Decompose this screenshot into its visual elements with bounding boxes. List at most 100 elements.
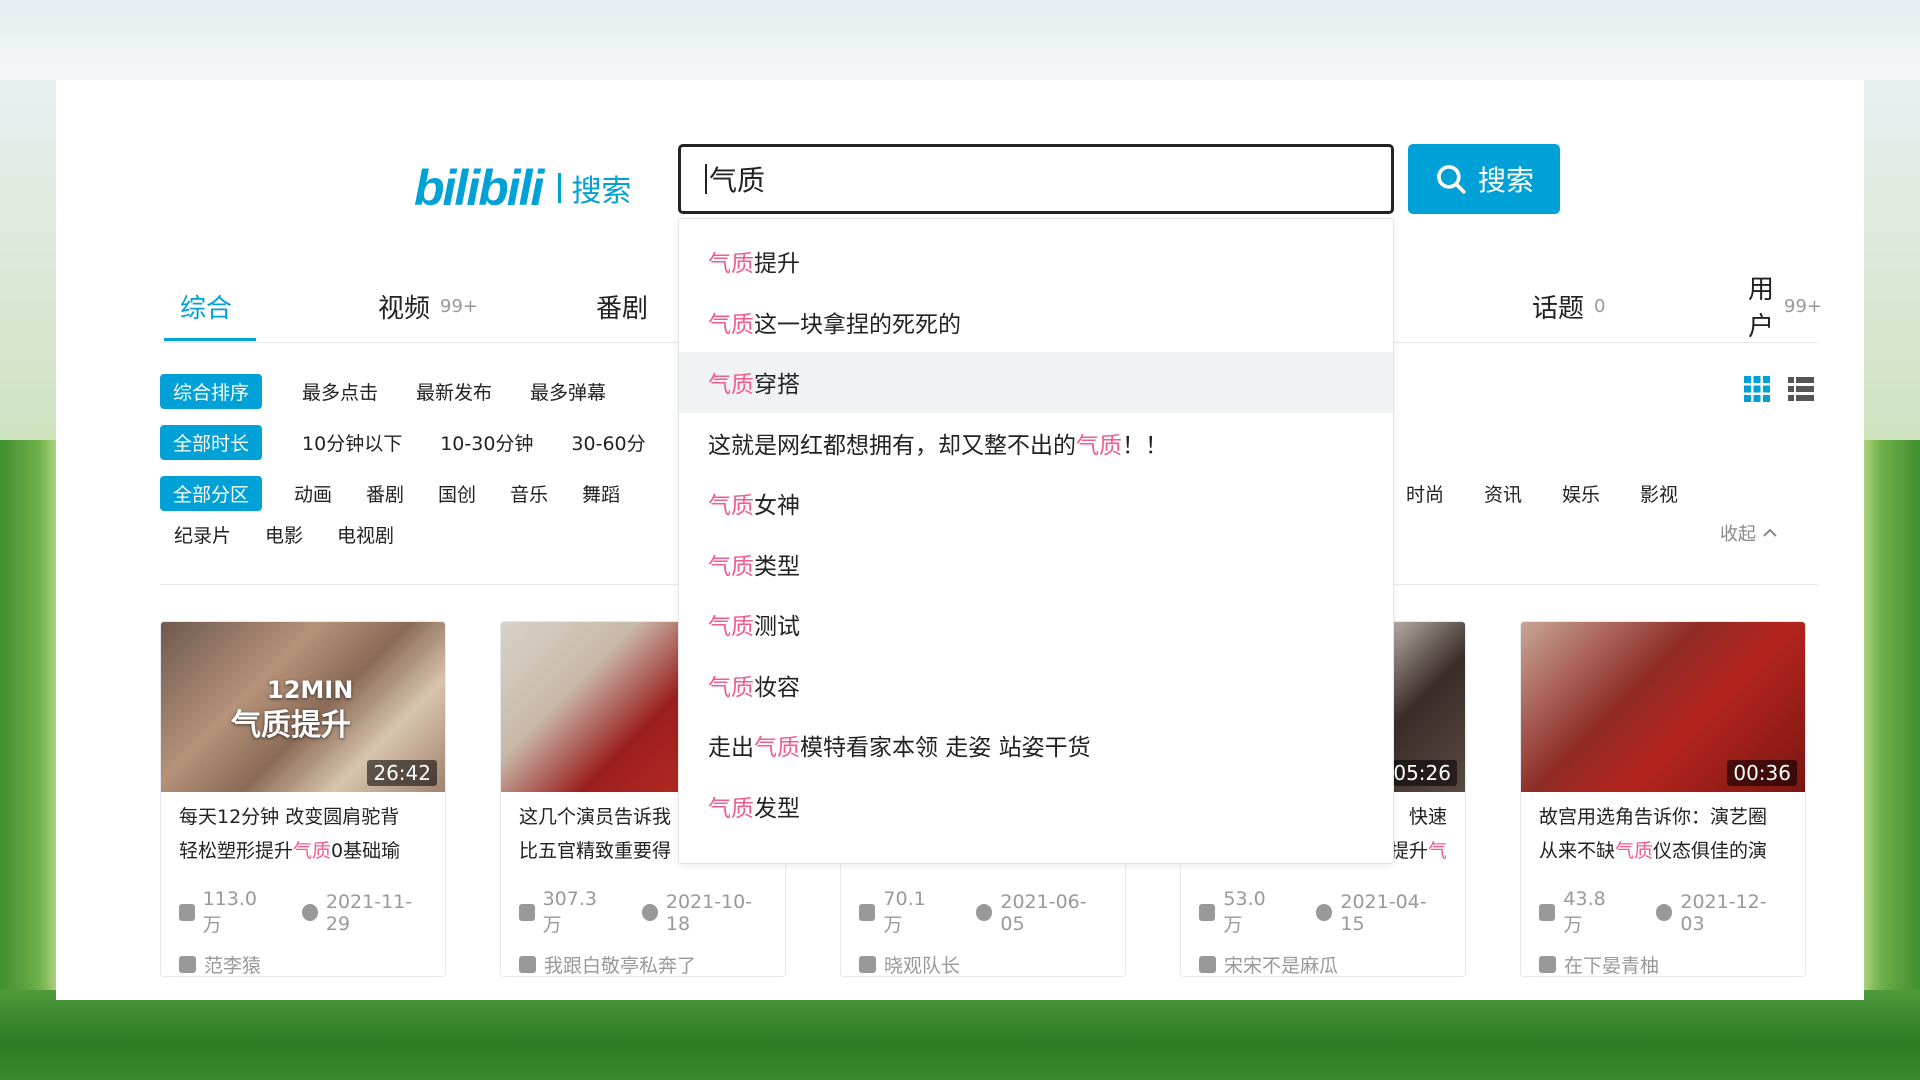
filter-zone-item[interactable]: 舞蹈 xyxy=(582,480,620,507)
upload-date: 2021-10-18 xyxy=(665,890,753,935)
upload-date: 2021-04-15 xyxy=(1340,890,1427,935)
clock-icon xyxy=(975,904,993,921)
filter-duration-all[interactable]: 全部时长 xyxy=(160,424,263,460)
suggestion-item[interactable]: 气质 发型 xyxy=(679,776,1393,837)
filter-sort-default[interactable]: 综合排序 xyxy=(160,373,263,409)
suggestion-text: 妆容 xyxy=(754,674,800,701)
title-keyword: 气 xyxy=(1427,840,1447,862)
uploader[interactable]: 宋宋不是麻瓜 xyxy=(1181,937,1465,977)
search-suggestions: 气质 提升 气质 这一块拿捏的死死的 气质 穿搭 这就是网红都想拥有，却又整不出的 气质… xyxy=(678,218,1394,864)
suggestion-text: 穿搭 xyxy=(754,372,800,399)
filter-duration-30-60[interactable]: 30-60分 xyxy=(571,429,645,456)
suggestion-keyword: 气质 xyxy=(708,251,754,278)
video-card[interactable]: 00:36 故宫用选角告诉你：演艺圈 从来不缺气质仪态俱佳的演 43.8万 20… xyxy=(1520,621,1806,977)
filter-sort-danmaku[interactable]: 最多弹幕 xyxy=(530,378,606,405)
suggestion-item[interactable]: 气质 类型 xyxy=(679,534,1393,595)
suggestion-item[interactable]: 气质 女神 xyxy=(679,473,1393,534)
play-count-icon xyxy=(1199,904,1216,921)
suggestion-text: 测试 xyxy=(754,614,800,641)
sort-filter: 综合排序 最多点击 最新发布 最多弹幕 xyxy=(160,373,644,409)
filter-zone-item[interactable]: 番剧 xyxy=(366,480,404,507)
filter-zone-item[interactable]: 音乐 xyxy=(510,480,548,507)
suggestion-text: 类型 xyxy=(754,553,800,580)
tab-video[interactable]: 视频 99+ xyxy=(378,276,478,336)
filter-zone-item[interactable]: 动画 xyxy=(294,480,332,507)
title-keyword: 气质 xyxy=(1615,840,1654,862)
suggestion-item[interactable]: 走出 气质 模特看家本领 走姿 站姿干货 xyxy=(679,715,1393,776)
grid-view-icon[interactable] xyxy=(1742,374,1772,404)
tab-bangumi[interactable]: 番剧 xyxy=(596,276,648,336)
tab-user[interactable]: 用户 99+ xyxy=(1748,275,1822,342)
filter-duration-10-30[interactable]: 10-30分钟 xyxy=(440,429,533,456)
filter-zone-item[interactable]: 电视剧 xyxy=(337,521,394,548)
clock-icon xyxy=(1315,904,1333,921)
filter-sort-clicks[interactable]: 最多点击 xyxy=(302,378,378,405)
play-count-icon xyxy=(179,904,195,921)
suggestion-item[interactable]: 气质 这一块拿捏的死死的 xyxy=(679,292,1393,353)
uploader[interactable]: 在下晏青柚 xyxy=(1521,937,1805,977)
filter-sort-newest[interactable]: 最新发布 xyxy=(416,378,492,405)
uploader-name: 晓观队长 xyxy=(884,955,961,977)
title-text: 轻松塑形提升 xyxy=(179,840,294,862)
title-keyword: 气质 xyxy=(293,840,332,862)
filter-zone-item[interactable]: 影视 xyxy=(1640,480,1678,507)
play-count: 307.3万 xyxy=(542,888,597,936)
video-meta: 307.3万 2021-10-18 xyxy=(501,880,785,937)
filter-zone-item[interactable]: 纪录片 xyxy=(174,521,231,548)
suggestion-keyword: 气质 xyxy=(708,795,754,822)
play-count: 113.0万 xyxy=(202,888,257,936)
list-view-icon[interactable] xyxy=(1786,374,1816,404)
uploader-icon xyxy=(519,956,536,973)
video-duration: 00:36 xyxy=(1727,760,1797,786)
filter-zone-all[interactable]: 全部分区 xyxy=(160,475,263,511)
filter-duration-under10[interactable]: 10分钟以下 xyxy=(302,429,402,456)
suggestion-text: 发型 xyxy=(754,795,800,822)
tab-count: 0 xyxy=(1594,295,1606,317)
video-card[interactable]: 12MIN 气质提升 26:42 每天12分钟 改变圆肩驼背 轻松塑形提升气质0… xyxy=(160,621,446,977)
suggestion-item[interactable]: 气质 妆容 xyxy=(679,655,1393,716)
search-input[interactable] xyxy=(708,162,1391,196)
uploader[interactable]: 晓观队长 xyxy=(841,937,1125,977)
play-count-icon xyxy=(519,904,535,921)
search-button[interactable]: 搜索 xyxy=(1408,144,1560,214)
video-title-line: 每天12分钟 改变圆肩驼背 xyxy=(179,806,400,828)
uploader-icon xyxy=(1539,956,1556,973)
zone-filter: 全部分区 动画 番剧 国创 音乐 舞蹈 xyxy=(160,475,658,511)
video-title[interactable]: 故宫用选角告诉你：演艺圈 从来不缺气质仪态俱佳的演 xyxy=(1521,792,1805,880)
suggestion-item[interactable]: 气质 测试 xyxy=(679,594,1393,655)
suggestion-item[interactable]: 气质 提升 xyxy=(679,231,1393,292)
collapse-label: 收起 xyxy=(1720,524,1756,545)
video-thumbnail[interactable]: 12MIN 气质提升 26:42 xyxy=(161,622,445,792)
background-grass-left xyxy=(0,440,56,1040)
suggestion-text: 女神 xyxy=(754,493,800,520)
uploader-name: 在下晏青柚 xyxy=(1564,955,1660,977)
suggestion-item[interactable]: 这就是网红都想拥有，却又整不出的 气质！！ xyxy=(679,413,1393,474)
filter-zone-item[interactable]: 资讯 xyxy=(1484,480,1522,507)
logo-wordmark: bilibili xyxy=(414,160,544,216)
filter-zone-item[interactable]: 电影 xyxy=(265,521,303,548)
tab-topic[interactable]: 话题 0 xyxy=(1532,276,1605,336)
video-title[interactable]: 每天12分钟 改变圆肩驼背 轻松塑形提升气质0基础瑜 xyxy=(161,792,445,880)
search-icon xyxy=(1437,165,1466,194)
collapse-filters-button[interactable]: 收起 xyxy=(1720,520,1778,546)
search-box[interactable] xyxy=(678,144,1394,214)
uploader[interactable]: 我跟白敬亭私奔了 xyxy=(501,937,785,977)
suggestion-text: 走出 xyxy=(708,735,754,762)
tab-label: 话题 xyxy=(1532,293,1585,324)
uploader[interactable]: 范李猿 xyxy=(161,937,445,976)
uploader-name: 我跟白敬亭私奔了 xyxy=(544,955,697,977)
suggestion-keyword: 气质 xyxy=(708,372,754,399)
tab-count: 99+ xyxy=(440,295,479,317)
filter-zone-item[interactable]: 时尚 xyxy=(1406,480,1444,507)
filter-zone-item[interactable]: 娱乐 xyxy=(1562,480,1600,507)
clock-icon xyxy=(302,904,318,921)
uploader-name: 宋宋不是麻瓜 xyxy=(1224,955,1339,977)
tab-all[interactable]: 综合 xyxy=(180,276,232,336)
video-meta: 53.0万 2021-04-15 xyxy=(1181,880,1465,937)
bilibili-logo[interactable]: bilibili 搜索 xyxy=(414,158,631,218)
suggestion-item[interactable]: 气质 穿搭 xyxy=(679,352,1393,413)
video-thumbnail[interactable]: 00:36 xyxy=(1521,622,1805,792)
filter-zone-item[interactable]: 国创 xyxy=(438,480,476,507)
tab-label: 用户 xyxy=(1748,275,1775,342)
title-text: 0基础瑜 xyxy=(331,840,401,862)
